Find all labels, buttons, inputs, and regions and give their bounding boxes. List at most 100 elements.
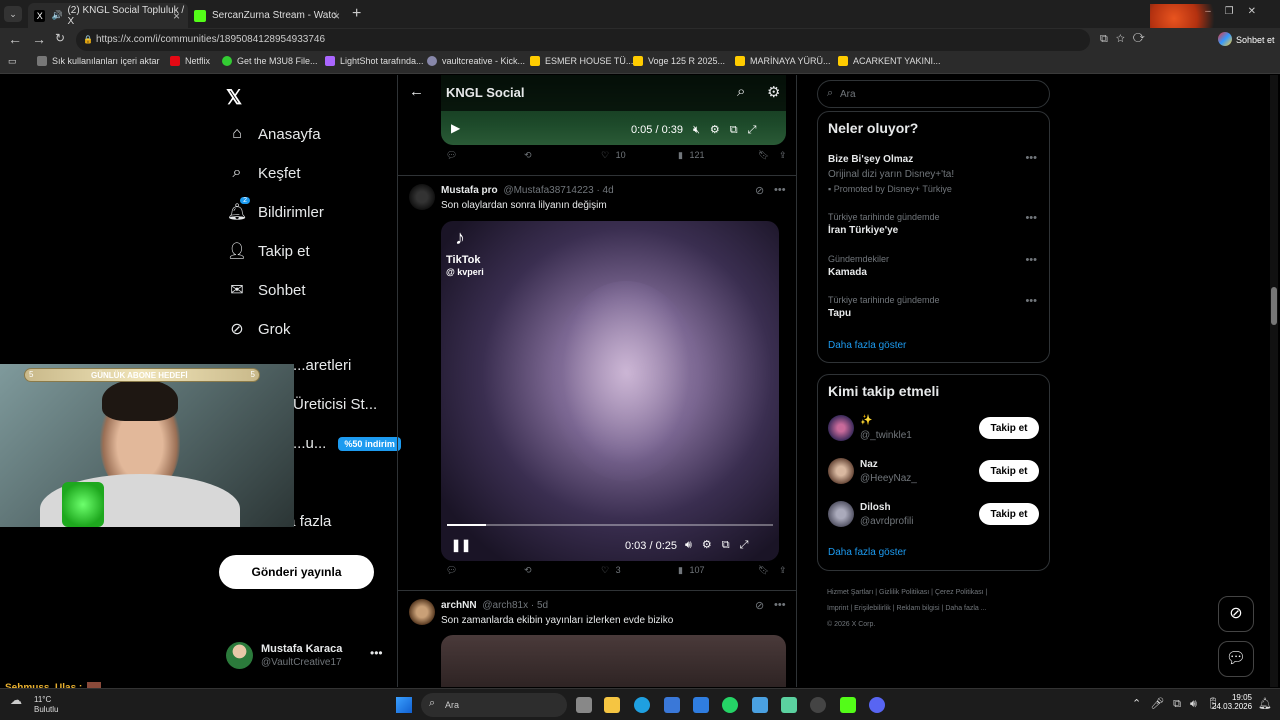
obs-icon[interactable] bbox=[810, 697, 826, 713]
nav-explore[interactable]: ⌕ Keşfet bbox=[226, 162, 301, 184]
settings-gear-icon[interactable]: ⚙ bbox=[767, 83, 780, 101]
close-tab-icon[interactable]: × bbox=[333, 9, 340, 23]
edge-icon[interactable] bbox=[634, 697, 650, 713]
more-dots-icon[interactable]: ••• bbox=[370, 646, 383, 660]
nav-chat[interactable]: ✉ Sohbet bbox=[226, 279, 305, 301]
more-dots-icon[interactable]: ••• bbox=[1025, 254, 1037, 266]
tweet-video[interactable] bbox=[441, 635, 786, 687]
more-dots-icon[interactable]: ••• bbox=[1025, 152, 1037, 164]
nav-premium[interactable]: ...u... %50 indirim bbox=[293, 435, 401, 452]
tweet-header: archNN @arch81x · 5d bbox=[441, 600, 548, 611]
url-input[interactable]: 🔒 https://x.com/i/communities/1895084128… bbox=[76, 29, 1090, 51]
show-more-link[interactable]: Daha fazla göster bbox=[828, 547, 906, 558]
reply-icon[interactable]: 💬︎ bbox=[446, 565, 457, 576]
video-progress-track[interactable] bbox=[447, 524, 773, 526]
like-button[interactable]: ♡ 3 bbox=[601, 565, 621, 576]
share-icon[interactable]: ⇪ bbox=[779, 565, 787, 576]
mail-icon[interactable] bbox=[693, 697, 709, 713]
nav-home[interactable]: ⌂ Anasayfa bbox=[226, 123, 320, 145]
grok-icon[interactable]: ⊘ bbox=[755, 184, 764, 197]
bookmark-kick[interactable]: vaultcreative - Kick... bbox=[427, 56, 525, 66]
play-icon[interactable]: ▶ bbox=[451, 121, 460, 135]
notification-icon[interactable]: 🔔︎ bbox=[1258, 697, 1272, 710]
like-button[interactable]: ♡ 10 bbox=[601, 150, 626, 161]
video-control-icons[interactable]: 🔊︎⚙⧉⤢ bbox=[685, 538, 758, 552]
pause-icon[interactable]: ❚❚ bbox=[451, 538, 471, 552]
more-dots-icon[interactable]: ••• bbox=[774, 599, 786, 611]
grok-icon[interactable]: ⊘ bbox=[755, 599, 764, 612]
store-icon[interactable] bbox=[664, 697, 680, 713]
tweet-video[interactable]: ♪ TikTok @ kvperi ❚❚ 0:03 / 0:25 🔊︎⚙⧉⤢ bbox=[441, 221, 779, 561]
discord-icon[interactable] bbox=[869, 697, 885, 713]
back-arrow-icon[interactable]: ← bbox=[409, 83, 424, 100]
nav-notifications[interactable]: 🔔︎ 2 Bildirimler bbox=[226, 197, 324, 223]
video-control-icons[interactable]: 🔇︎⚙⧉⤢ bbox=[693, 123, 766, 137]
follow-button[interactable]: Takip et bbox=[979, 417, 1039, 439]
bookmark-acarkent[interactable]: ACARKENT YAKINI... bbox=[838, 56, 941, 66]
close-window-icon[interactable]: ✕ bbox=[1248, 6, 1270, 17]
bookmark-marina[interactable]: MARİNAYA YÜRÜ... bbox=[735, 56, 831, 66]
clock[interactable]: 19:05 24.03.2026 bbox=[1212, 693, 1252, 711]
bookmark-lightshot[interactable]: LightShot tarafında... bbox=[325, 56, 424, 66]
file-explorer-icon[interactable] bbox=[604, 697, 620, 713]
bookmark-menu-icon[interactable]: ▭ bbox=[8, 56, 17, 67]
messages-float-button[interactable]: 💬︎ bbox=[1218, 641, 1254, 677]
bookmark-m3u8[interactable]: Get the M3U8 File... bbox=[222, 56, 318, 66]
reply-icon[interactable]: 💬︎ bbox=[446, 150, 457, 161]
page-scrollbar[interactable] bbox=[1270, 75, 1278, 687]
address-bar-row: ← → ↻ 🔒 https://x.com/i/communities/1895… bbox=[0, 28, 1280, 52]
post-button[interactable]: Gönderi yayınla bbox=[219, 555, 374, 589]
forward-icon[interactable]: → bbox=[32, 31, 46, 47]
grok-float-button[interactable]: ⊘ bbox=[1218, 596, 1254, 632]
views-stat[interactable]: ▮ 107 bbox=[678, 565, 704, 576]
close-tab-icon[interactable]: × bbox=[173, 9, 180, 23]
taskbar-search[interactable]: ⌕ Ara bbox=[421, 693, 567, 717]
back-icon[interactable]: ← bbox=[8, 31, 22, 47]
share-icon[interactable]: ⇪ bbox=[779, 150, 787, 161]
app-icon[interactable] bbox=[752, 697, 768, 713]
tab-x-community[interactable]: X 🔊 (2) KNGL Social Topluluk / X × bbox=[28, 3, 188, 28]
follow-button[interactable]: Takip et bbox=[979, 503, 1039, 525]
new-tab-button[interactable]: + bbox=[352, 5, 361, 23]
nav-creator-studio[interactable]: Üreticisi St... bbox=[293, 396, 377, 413]
whatsapp-icon[interactable] bbox=[722, 697, 738, 713]
bookmark-import[interactable]: Sık kullanılanları içeri aktar bbox=[37, 56, 160, 66]
show-more-link[interactable]: Daha fazla göster bbox=[828, 340, 906, 351]
author-name[interactable]: Mustafa pro bbox=[441, 185, 498, 196]
bookmark-icon[interactable]: 🔖︎ bbox=[758, 150, 769, 161]
tab-kick-stream[interactable]: SercanZurna Stream - Watch Live o × bbox=[188, 3, 348, 28]
more-dots-icon[interactable]: ••• bbox=[1025, 295, 1037, 307]
account-switcher[interactable]: Mustafa Karaca @VaultCreative17 ••• bbox=[226, 640, 386, 672]
author-name[interactable]: archNN bbox=[441, 600, 477, 611]
nav-grok[interactable]: ⊘ Grok bbox=[226, 318, 290, 340]
nav-follow[interactable]: 👤︎ Takip et bbox=[226, 240, 310, 262]
task-view-icon[interactable] bbox=[576, 697, 592, 713]
profile-label[interactable]: Sohbet et bbox=[1236, 35, 1275, 45]
views-stat[interactable]: ▮ 121 bbox=[678, 150, 704, 161]
bookmark-voge[interactable]: Voge 125 R 2025... bbox=[633, 56, 725, 66]
tab-list-button[interactable]: ⌄ bbox=[4, 6, 22, 22]
reload-icon[interactable]: ↻ bbox=[55, 31, 65, 45]
profile-avatar[interactable] bbox=[1218, 32, 1232, 46]
retweet-icon[interactable]: ⟲ bbox=[524, 150, 532, 161]
avatar[interactable] bbox=[409, 599, 435, 625]
bookmark-esmer[interactable]: ESMER HOUSE TÜ... bbox=[530, 56, 633, 66]
search-icon[interactable]: ⌕ bbox=[737, 83, 745, 100]
bookmark-icon[interactable]: 🔖︎ bbox=[758, 565, 769, 576]
author-handle[interactable]: @Mustafa38714223 bbox=[503, 185, 593, 196]
more-dots-icon[interactable]: ••• bbox=[774, 184, 786, 196]
start-button[interactable] bbox=[396, 697, 412, 713]
author-handle[interactable]: @arch81x bbox=[482, 600, 528, 611]
x-logo-icon[interactable]: 𝕏 bbox=[226, 85, 242, 110]
scrollbar-thumb[interactable] bbox=[1271, 287, 1277, 325]
app-icon[interactable] bbox=[781, 697, 797, 713]
avatar[interactable] bbox=[409, 184, 435, 210]
retweet-icon[interactable]: ⟲ bbox=[524, 565, 532, 576]
nav-bookmarks[interactable]: ...aretleri bbox=[293, 357, 351, 374]
browser-extension-icons[interactable]: ⧉☆⟳ bbox=[1100, 33, 1153, 46]
bookmark-netflix[interactable]: Netflix bbox=[170, 56, 210, 66]
follow-button[interactable]: Takip et bbox=[979, 460, 1039, 482]
kick-icon[interactable] bbox=[840, 697, 856, 713]
search-input[interactable]: ⌕ Ara bbox=[817, 80, 1050, 108]
more-dots-icon[interactable]: ••• bbox=[1025, 212, 1037, 224]
